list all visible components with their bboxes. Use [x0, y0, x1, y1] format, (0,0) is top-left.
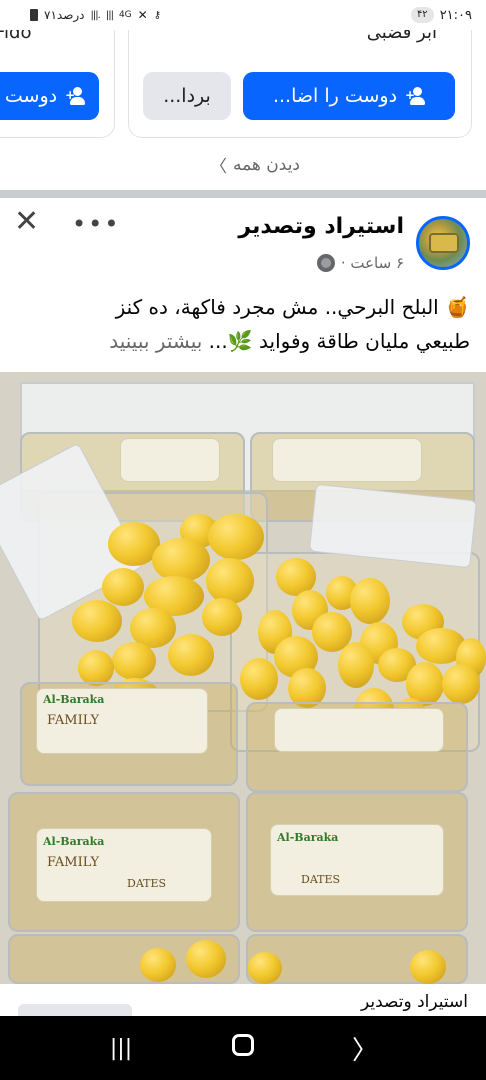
clock: ۲۱:۰۹ [439, 7, 472, 23]
label-brand: Al-Baraka [43, 835, 105, 848]
status-bar: ۷۱درصد |||. ||| 4G ✕ ⚷ ۴۲ ۲۱:۰۹ [0, 0, 486, 30]
section-divider [0, 190, 486, 198]
see-more-link[interactable]: بیشتر ببینید [109, 329, 202, 353]
post-caption: 🍯 البلح البرحي.. مش مجرد فاكهة، ده كنز ط… [10, 290, 470, 358]
see-all-label: دیدن همه [232, 154, 300, 175]
next-post-author[interactable]: استيراد وتصدير [361, 992, 468, 1012]
date-fruit [410, 950, 446, 984]
post-time: ۶ ساعت · [340, 254, 404, 272]
date-fruit [202, 598, 242, 636]
signal-icon: |||. [90, 9, 101, 21]
label-variety: FAMILY [47, 855, 100, 870]
key-icon: ⚷ [153, 9, 162, 21]
home-icon[interactable] [223, 1033, 263, 1063]
add-friend-label: دوست را اضا... [272, 85, 398, 107]
date-fruit [240, 658, 278, 700]
label-brand: Al-Baraka [277, 831, 339, 844]
label-sub: DATES [301, 873, 341, 886]
add-friend-icon: + [405, 87, 426, 105]
globe-icon [316, 254, 335, 272]
product-label: Al-Baraka FAMILY [36, 688, 208, 754]
recent-apps-icon[interactable]: ||| [101, 1036, 141, 1061]
post-meta: ۶ ساعت · [316, 254, 404, 272]
battery-text: ۷۱درصد [44, 8, 85, 22]
battery-icon [30, 9, 38, 21]
label-sub: DATES [127, 877, 167, 890]
label-brand: Al-Baraka [43, 693, 105, 706]
suggestion-card-right[interactable]: آبر قضبی + دوست را اضا... بردا... [128, 22, 472, 138]
next-post-header: استيراد وتصدير [0, 984, 486, 1018]
close-icon[interactable]: ✕ [14, 204, 39, 239]
product-label [274, 708, 444, 752]
date-fruit [208, 514, 264, 560]
post-header: استيراد وتصدير ۶ ساعت · ••• ✕ [0, 198, 486, 286]
add-friend-icon: + [65, 87, 86, 105]
date-fruit [350, 578, 390, 624]
post-author[interactable]: استيراد وتصدير [238, 214, 404, 239]
date-fruit [140, 948, 176, 982]
label-variety: FAMILY [47, 713, 100, 728]
product-label: Al-Baraka FAMILY DATES [36, 828, 212, 902]
people-you-may-know: Fido + دوست آبر قضبی + دوست را اضا... بر… [0, 22, 486, 190]
date-fruit [442, 664, 480, 704]
add-friend-button[interactable]: + دوست [0, 72, 99, 120]
caption-line-1: 🍯 البلح البرحي.. مش مجرد فاكهة، ده كنز [115, 295, 470, 319]
page-avatar[interactable] [416, 216, 470, 270]
caption-line-2: طبيعي مليان طاقة وفوايد 🌿... بیشتر ببینی… [10, 324, 470, 358]
date-fruit [78, 650, 114, 686]
product-label [272, 438, 422, 482]
signal-icon-2: ||| [105, 9, 114, 21]
remove-button[interactable]: بردا... [143, 72, 231, 120]
add-friend-label: دوست [4, 85, 58, 107]
chevron-left-icon: 〈 [209, 157, 227, 177]
date-fruit [248, 952, 282, 984]
status-right: ۴۲ ۲۱:۰۹ [410, 7, 472, 23]
add-friend-button[interactable]: + دوست را اضا... [243, 72, 455, 120]
product-label: Al-Baraka DATES [270, 824, 444, 896]
date-fruit [338, 642, 374, 688]
date-fruit [168, 634, 214, 676]
date-fruit [152, 538, 210, 582]
product-label [120, 438, 220, 482]
date-fruit [102, 568, 144, 606]
notification-count: ۴۲ [410, 7, 434, 23]
mute-icon: ✕ [137, 8, 148, 22]
post-photo[interactable]: Al-Baraka FAMILY Al-Baraka FAMILY DATES … [0, 372, 486, 984]
network-4g-icon: 4G [118, 10, 132, 20]
see-all-link[interactable]: 〈 دیدن همه [209, 152, 300, 178]
caption-line-2-text: طبيعي مليان طاقة وفوايد 🌿... [208, 329, 470, 353]
date-fruit [206, 558, 254, 604]
date-fruit [72, 600, 122, 642]
system-nav-bar: ||| 〉 [0, 1016, 486, 1080]
more-options-icon[interactable]: ••• [72, 210, 120, 238]
suggestion-card-left[interactable]: Fido + دوست [0, 22, 115, 138]
status-left: ۷۱درصد |||. ||| 4G ✕ ⚷ [30, 8, 161, 22]
back-icon[interactable]: 〉 [345, 1030, 385, 1067]
remove-label: بردا... [163, 85, 211, 107]
date-fruit [186, 940, 226, 978]
date-fruit [112, 642, 156, 680]
